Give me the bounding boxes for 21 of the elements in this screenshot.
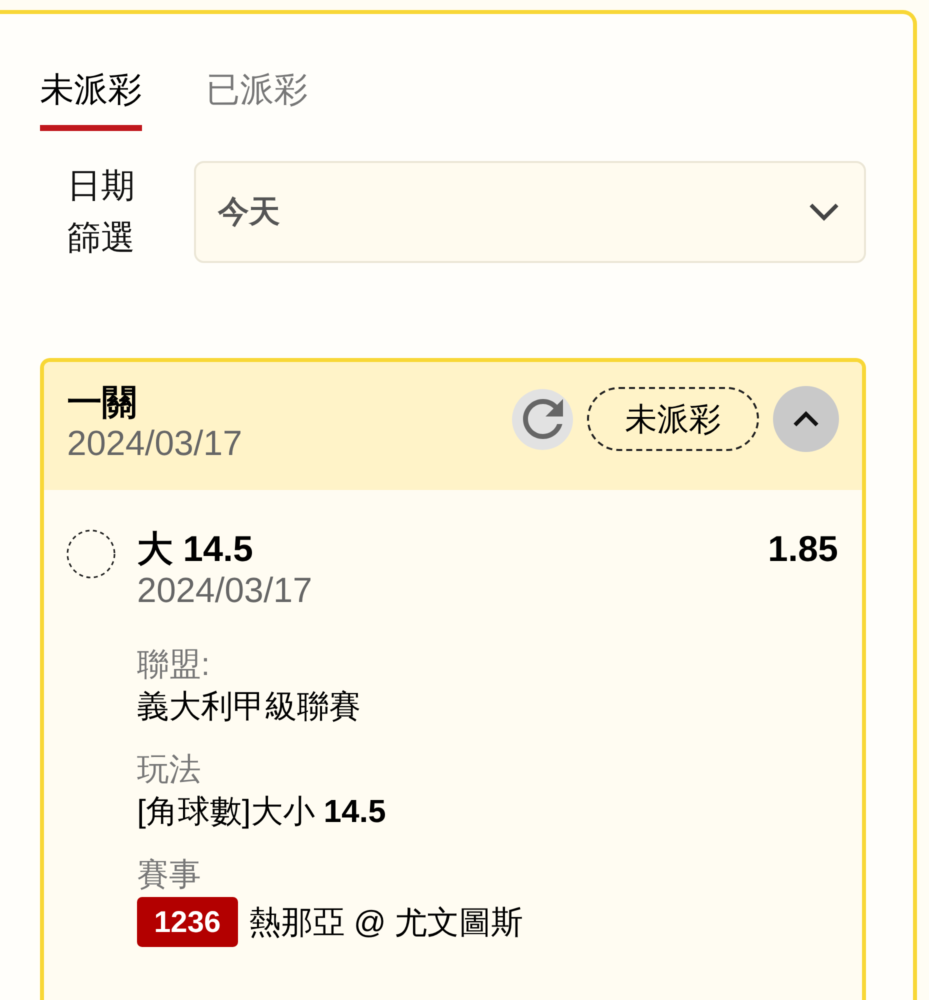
field-label: 賽事 [137, 855, 201, 894]
status-tag: 未派彩 [587, 387, 759, 451]
field-label: 玩法 [137, 750, 201, 789]
event-date: 2024/03/17 [137, 570, 312, 612]
dashed-circle-icon [66, 529, 116, 579]
field-value: 義大利甲級聯賽 [137, 687, 361, 726]
chevron-down-icon [808, 202, 840, 222]
tab[interactable]: 已派彩 [206, 70, 308, 131]
field-label: 聯盟: [137, 645, 210, 684]
field-value: [角球數]大小 14.5 [137, 792, 386, 831]
date-select[interactable]: 今天 [194, 161, 866, 263]
chevron-up-icon [793, 411, 819, 427]
bet-date: 2024/03/17 [67, 424, 242, 464]
pick-label: 大 14.5 [137, 528, 254, 570]
odds-value: 1.85 [768, 528, 838, 570]
refresh-icon [522, 399, 562, 439]
date-filter-label: 日期篩選 [67, 166, 136, 259]
match-teams: 熱那亞 @ 尤文圖斯 [248, 903, 524, 942]
bet-type-title: 一關 [67, 382, 138, 424]
tab[interactable]: 未派彩 [40, 70, 142, 131]
match-number-tag: 1236 [137, 897, 238, 947]
